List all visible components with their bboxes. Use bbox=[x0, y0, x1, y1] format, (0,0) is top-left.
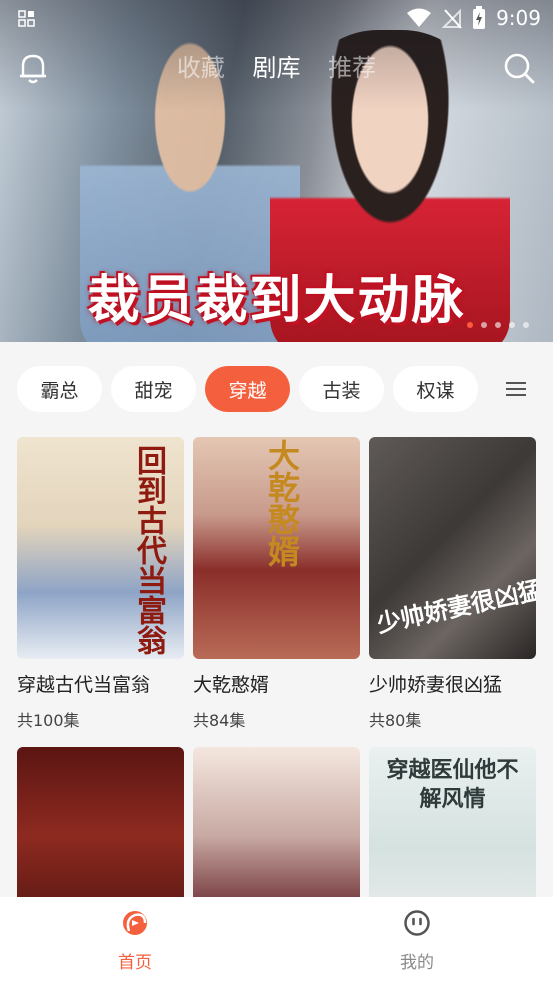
status-bar: 9:09 bbox=[0, 0, 553, 40]
drama-title[interactable]: 大乾憨婿 bbox=[193, 670, 360, 697]
drama-episode-count: 共84集 bbox=[193, 711, 246, 730]
poster-title-text: 少帅娇妻很凶猛 bbox=[374, 575, 536, 639]
drama-poster[interactable]: 少帅娇妻很凶猛 bbox=[369, 437, 536, 659]
nav-home[interactable]: 首页 bbox=[75, 909, 195, 973]
banner-dot[interactable] bbox=[509, 322, 515, 328]
banner-dot[interactable] bbox=[523, 322, 529, 328]
app-grid-icon bbox=[18, 10, 35, 27]
nav-mine-label: 我的 bbox=[400, 953, 434, 973]
banner-dot[interactable] bbox=[467, 322, 473, 328]
drama-episode-count: 共100集 bbox=[17, 711, 80, 730]
drama-card[interactable]: 回到古代当富翁 穿越古代当富翁 共100集 bbox=[17, 437, 184, 731]
poster-title-text: 大乾憨婿 bbox=[263, 439, 301, 567]
drama-poster[interactable]: 回到古代当富翁 bbox=[17, 437, 184, 659]
wifi-icon bbox=[407, 8, 432, 27]
banner-pagination bbox=[467, 322, 529, 328]
top-tabs: 收藏 剧库 推荐 bbox=[0, 48, 553, 83]
status-time: 9:09 bbox=[496, 6, 541, 30]
no-signal-icon bbox=[442, 8, 462, 29]
banner-dot[interactable] bbox=[481, 322, 487, 328]
poster-title-text: 回到古代当富翁 bbox=[131, 445, 166, 655]
search-icon[interactable] bbox=[503, 52, 535, 84]
category-chip[interactable]: 霸总 bbox=[17, 366, 102, 412]
profile-face-icon bbox=[404, 910, 430, 936]
bottom-nav: 首页 我的 bbox=[0, 897, 553, 983]
more-categories-icon[interactable] bbox=[503, 379, 529, 399]
tab-drama-library[interactable]: 剧库 bbox=[253, 48, 301, 83]
tab-favorites[interactable]: 收藏 bbox=[177, 48, 225, 83]
tab-recommend[interactable]: 推荐 bbox=[328, 48, 376, 83]
category-chip[interactable]: 古装 bbox=[299, 366, 384, 412]
battery-charging-icon bbox=[473, 6, 486, 29]
drama-card[interactable]: 大乾憨婿 大乾憨婿 共84集 bbox=[193, 437, 360, 731]
drama-card[interactable]: 少帅娇妻很凶猛 少帅娇妻很凶猛 共80集 bbox=[369, 437, 536, 731]
banner-dot[interactable] bbox=[495, 322, 501, 328]
category-chips: 霸总 甜宠 穿越 古装 权谋 bbox=[17, 366, 536, 412]
drama-title[interactable]: 穿越古代当富翁 bbox=[17, 670, 184, 697]
drama-title[interactable]: 少帅娇妻很凶猛 bbox=[369, 670, 536, 697]
top-nav: 收藏 剧库 推荐 bbox=[0, 48, 553, 92]
drama-poster[interactable]: 大乾憨婿 bbox=[193, 437, 360, 659]
category-chip[interactable]: 权谋 bbox=[393, 366, 478, 412]
home-play-icon bbox=[123, 911, 147, 935]
poster-title-text: 穿越医仙他不解风情 bbox=[386, 758, 519, 812]
nav-home-label: 首页 bbox=[118, 953, 152, 973]
nav-mine[interactable]: 我的 bbox=[357, 909, 477, 973]
drama-episode-count: 共80集 bbox=[369, 711, 422, 730]
category-chip-selected[interactable]: 穿越 bbox=[205, 366, 290, 412]
category-chip[interactable]: 甜宠 bbox=[111, 366, 196, 412]
